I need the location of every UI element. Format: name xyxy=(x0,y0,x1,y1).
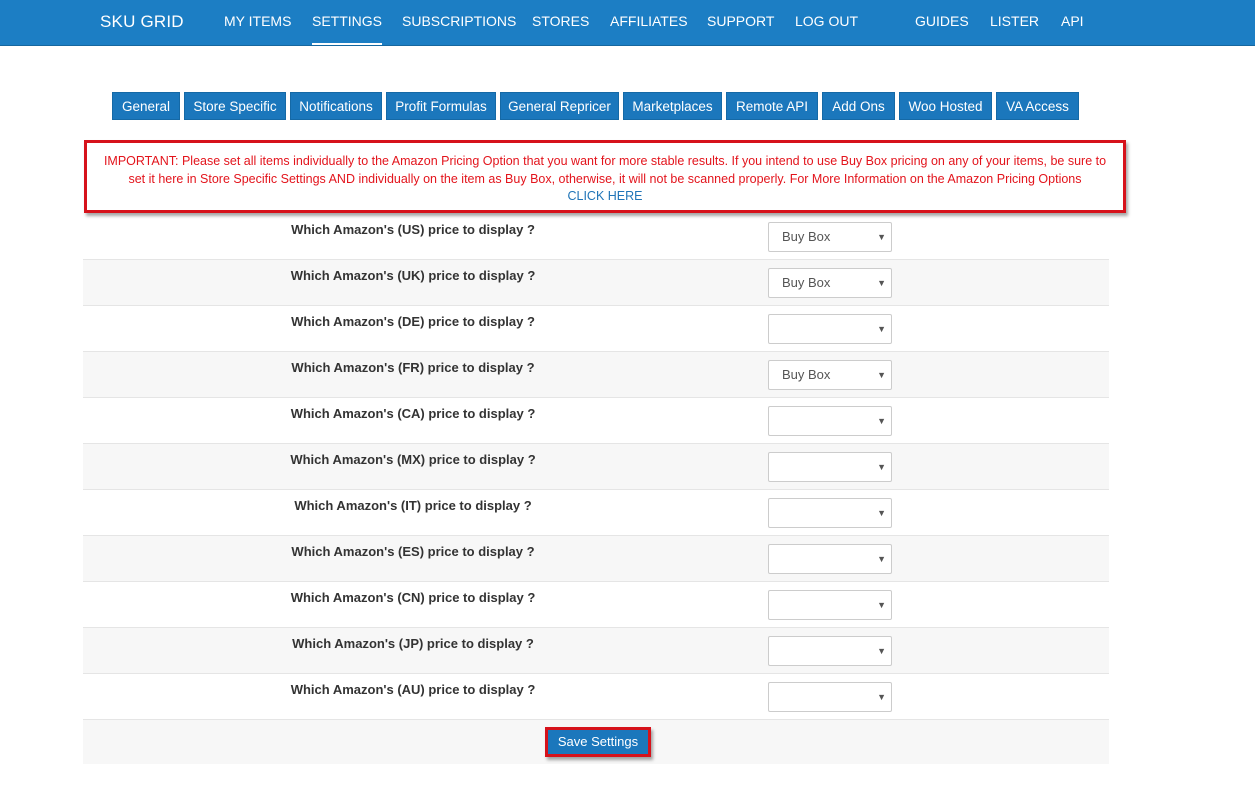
tab-remote-api[interactable]: Remote API xyxy=(726,92,818,120)
row-label: Which Amazon's (ES) price to display ? xyxy=(291,544,535,559)
caret-down-icon: ▼ xyxy=(877,600,886,610)
price-select-it[interactable]: ▼ xyxy=(768,498,892,528)
important-notice: IMPORTANT: Please set all items individu… xyxy=(84,140,1126,213)
brand-logo[interactable]: SKU GRID xyxy=(100,12,184,32)
price-row-au: Which Amazon's (AU) price to display ? ▼ xyxy=(83,674,1109,720)
caret-down-icon: ▼ xyxy=(877,232,886,242)
price-select-fr[interactable]: Buy Box ▼ xyxy=(768,360,892,390)
nav-subscriptions[interactable]: SUBSCRIPTIONS xyxy=(402,13,516,29)
tab-add-ons[interactable]: Add Ons xyxy=(822,92,895,120)
price-select-uk[interactable]: Buy Box ▼ xyxy=(768,268,892,298)
price-select-cn[interactable]: ▼ xyxy=(768,590,892,620)
caret-down-icon: ▼ xyxy=(877,462,886,472)
price-row-uk: Which Amazon's (UK) price to display ? B… xyxy=(83,260,1109,306)
nav-affiliates[interactable]: AFFILIATES xyxy=(610,13,688,29)
nav-settings[interactable]: SETTINGS xyxy=(312,13,383,45)
row-label: Which Amazon's (CN) price to display ? xyxy=(290,590,536,605)
price-select-au[interactable]: ▼ xyxy=(768,682,892,712)
caret-down-icon: ▼ xyxy=(877,324,886,334)
price-row-de: Which Amazon's (DE) price to display ? ▼ xyxy=(83,306,1109,352)
caret-down-icon: ▼ xyxy=(877,554,886,564)
tab-marketplaces[interactable]: Marketplaces xyxy=(623,92,722,120)
price-select-mx[interactable]: ▼ xyxy=(768,452,892,482)
tab-profit-formulas[interactable]: Profit Formulas xyxy=(386,92,496,120)
price-row-cn: Which Amazon's (CN) price to display ? ▼ xyxy=(83,582,1109,628)
caret-down-icon: ▼ xyxy=(877,646,886,656)
price-row-ca: Which Amazon's (CA) price to display ? ▼ xyxy=(83,398,1109,444)
tab-general-repricer[interactable]: General Repricer xyxy=(500,92,619,120)
caret-down-icon: ▼ xyxy=(877,416,886,426)
notice-text-line-1: IMPORTANT: Please set all items individu… xyxy=(103,154,1107,168)
row-label: Which Amazon's (AU) price to display ? xyxy=(290,682,536,697)
save-row: Save Settings xyxy=(83,720,1109,764)
price-select-us[interactable]: Buy Box ▼ xyxy=(768,222,892,252)
price-row-es: Which Amazon's (ES) price to display ? ▼ xyxy=(83,536,1109,582)
row-label: Which Amazon's (MX) price to display ? xyxy=(290,452,536,467)
select-value: Buy Box xyxy=(782,275,831,290)
price-select-es[interactable]: ▼ xyxy=(768,544,892,574)
caret-down-icon: ▼ xyxy=(877,692,886,702)
tab-general[interactable]: General xyxy=(112,92,180,120)
tab-store-specific[interactable]: Store Specific xyxy=(184,92,286,120)
caret-down-icon: ▼ xyxy=(877,508,886,518)
price-row-jp: Which Amazon's (JP) price to display ? ▼ xyxy=(83,628,1109,674)
row-label: Which Amazon's (IT) price to display ? xyxy=(294,498,532,513)
click-here-link[interactable]: CLICK HERE xyxy=(89,188,1121,206)
notice-text-line-2: set it here in Store Specific Settings A… xyxy=(128,171,1082,186)
caret-down-icon: ▼ xyxy=(877,278,886,288)
tab-notifications[interactable]: Notifications xyxy=(290,92,382,120)
price-select-jp[interactable]: ▼ xyxy=(768,636,892,666)
price-select-de[interactable]: ▼ xyxy=(768,314,892,344)
nav-api[interactable]: API xyxy=(1061,13,1084,29)
select-value: Buy Box xyxy=(782,367,831,382)
price-row-us: Which Amazon's (US) price to display ? B… xyxy=(83,214,1109,260)
price-row-mx: Which Amazon's (MX) price to display ? ▼ xyxy=(83,444,1109,490)
nav-my-items[interactable]: MY ITEMS xyxy=(224,13,291,29)
nav-log-out[interactable]: LOG OUT xyxy=(795,13,858,29)
nav-guides[interactable]: GUIDES xyxy=(915,13,969,29)
nav-stores[interactable]: STORES xyxy=(532,13,589,29)
nav-lister[interactable]: LISTER xyxy=(990,13,1039,29)
row-label: Which Amazon's (US) price to display ? xyxy=(291,222,535,237)
nav-support[interactable]: SUPPORT xyxy=(707,13,774,29)
select-value: Buy Box xyxy=(782,229,831,244)
caret-down-icon: ▼ xyxy=(877,370,886,380)
row-label: Which Amazon's (JP) price to display ? xyxy=(292,636,534,651)
row-label: Which Amazon's (DE) price to display ? xyxy=(291,314,535,329)
tab-va-access[interactable]: VA Access xyxy=(996,92,1079,120)
top-navbar: SKU GRID MY ITEMS SETTINGS SUBSCRIPTIONS… xyxy=(0,0,1255,46)
tab-woo-hosted[interactable]: Woo Hosted xyxy=(899,92,992,120)
price-row-it: Which Amazon's (IT) price to display ? ▼ xyxy=(83,490,1109,536)
row-label: Which Amazon's (CA) price to display ? xyxy=(290,406,536,421)
price-row-fr: Which Amazon's (FR) price to display ? B… xyxy=(83,352,1109,398)
row-label: Which Amazon's (UK) price to display ? xyxy=(290,268,536,283)
row-label: Which Amazon's (FR) price to display ? xyxy=(291,360,535,375)
save-settings-button[interactable]: Save Settings xyxy=(545,727,651,757)
price-select-ca[interactable]: ▼ xyxy=(768,406,892,436)
